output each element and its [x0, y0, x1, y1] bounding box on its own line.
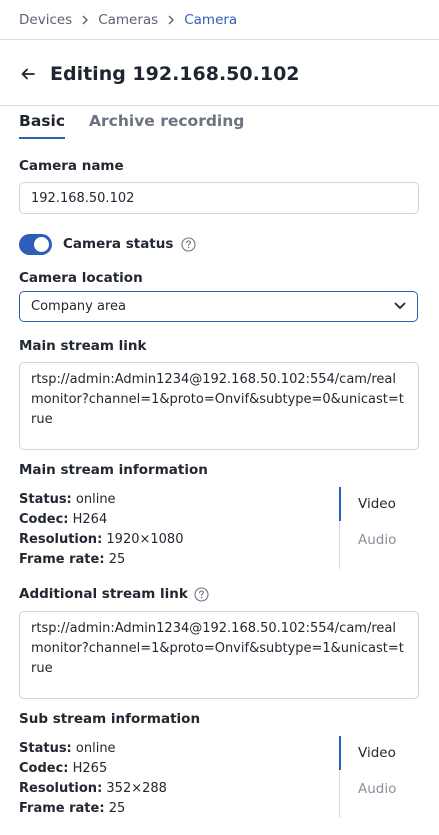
- main-stream-info-label: Main stream information: [19, 462, 208, 478]
- status-line: Status: online: [19, 741, 116, 756]
- frame-rate-line: Frame rate: 25: [19, 801, 126, 816]
- codec-line: Codec: H265: [19, 761, 108, 776]
- main-stream-link-textarea[interactable]: rtsp://admin:Admin1234@192.168.50.102:55…: [19, 362, 419, 450]
- tab-video[interactable]: Video: [339, 487, 419, 521]
- tab-bar: Basic Archive recording: [19, 112, 268, 139]
- page-title: Editing 192.168.50.102: [50, 63, 300, 85]
- additional-stream-link-textarea[interactable]: rtsp://admin:Admin1234@192.168.50.102:55…: [19, 611, 419, 699]
- sub-stream-details: Status: online Codec: H265 Resolution: 3…: [19, 739, 167, 819]
- arrow-left-icon[interactable]: [19, 65, 37, 83]
- frame-rate-value: 25: [108, 801, 126, 816]
- breadcrumb-devices[interactable]: Devices: [19, 12, 72, 28]
- toggle-knob: [34, 236, 49, 252]
- camera-status-row: Camera status: [19, 232, 196, 256]
- tab-archive-recording[interactable]: Archive recording: [89, 112, 244, 138]
- help-icon[interactable]: [181, 236, 196, 252]
- breadcrumb: Devices Cameras Camera: [19, 11, 237, 29]
- additional-stream-link-label-row: Additional stream link: [19, 586, 209, 602]
- resolution-line: Resolution: 352×288: [19, 781, 167, 796]
- tab-video[interactable]: Video: [339, 736, 419, 770]
- camera-name-label: Camera name: [19, 158, 124, 174]
- camera-location-select[interactable]: Company area: [19, 291, 418, 322]
- frame-rate-value: 25: [108, 552, 126, 567]
- main-stream-media-tabs: Video Audio: [339, 487, 419, 569]
- sub-stream-info-label: Sub stream information: [19, 711, 201, 727]
- camera-location-label: Camera location: [19, 270, 143, 286]
- camera-name-input[interactable]: 192.168.50.102: [19, 182, 419, 214]
- breadcrumb-cameras[interactable]: Cameras: [98, 12, 158, 28]
- tab-basic[interactable]: Basic: [19, 112, 66, 139]
- main-stream-info: Status: online Codec: H264 Resolution: 1…: [19, 487, 419, 572]
- resolution-line: Resolution: 1920×1080: [19, 532, 184, 547]
- camera-name-value: 192.168.50.102: [31, 190, 135, 206]
- codec-value: H264: [72, 512, 108, 527]
- status-value: online: [75, 492, 116, 507]
- resolution-value: 1920×1080: [106, 532, 184, 547]
- camera-status-toggle[interactable]: [19, 233, 52, 255]
- status-line: Status: online: [19, 492, 116, 507]
- main-stream-details: Status: online Codec: H264 Resolution: 1…: [19, 490, 183, 570]
- additional-stream-link-label: Additional stream link: [19, 586, 188, 602]
- sub-stream-info: Status: online Codec: H265 Resolution: 3…: [19, 736, 419, 821]
- sub-stream-media-tabs: Video Audio: [339, 736, 419, 818]
- camera-location-value: Company area: [31, 299, 126, 314]
- camera-status-label: Camera status: [63, 236, 174, 252]
- chevron-right-icon: [81, 15, 89, 25]
- divider: [0, 105, 439, 106]
- divider: [0, 39, 439, 40]
- resolution-value: 352×288: [106, 781, 167, 796]
- codec-line: Codec: H264: [19, 512, 108, 527]
- breadcrumb-camera: Camera: [184, 12, 238, 28]
- help-icon[interactable]: [194, 586, 209, 602]
- codec-value: H265: [72, 761, 108, 776]
- page-header: Editing 192.168.50.102: [19, 61, 300, 87]
- chevron-right-icon: [167, 15, 175, 25]
- main-stream-link-label: Main stream link: [19, 338, 147, 354]
- chevron-down-icon: [394, 299, 406, 314]
- frame-rate-line: Frame rate: 25: [19, 552, 126, 567]
- tab-audio[interactable]: Audio: [340, 523, 419, 557]
- status-value: online: [75, 741, 116, 756]
- tab-audio[interactable]: Audio: [340, 772, 419, 806]
